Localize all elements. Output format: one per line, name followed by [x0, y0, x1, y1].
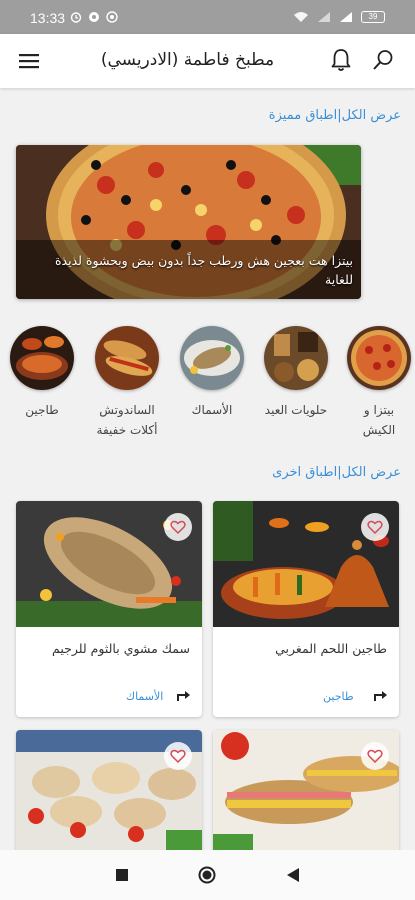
app-title: مطبخ فاطمة (الادريسي) [100, 50, 275, 70]
category-tagine[interactable]: طاجين [9, 326, 75, 420]
recipe-card-fish[interactable]: سمك مشوي بالثوم للرجيم الأسماك [16, 501, 202, 717]
battery-level: 39 [368, 12, 378, 21]
category-label: طاجين [25, 403, 59, 417]
recipe-name: سمك مشوي بالثوم للرجيم [52, 641, 190, 656]
status-notification-icons [70, 11, 118, 23]
recipe-card-wraps[interactable] [16, 730, 202, 860]
recipe-card-tagine[interactable]: طاجين اللحم المغربي طاجين [213, 501, 399, 717]
recipe-category-link[interactable]: الأسماك [126, 690, 163, 703]
alarm-icon [70, 12, 82, 23]
other-section-link[interactable]: عرض الكل|اطباق اخرى [272, 465, 401, 480]
recipe-image [16, 730, 202, 856]
whatsapp-icon [106, 11, 118, 23]
status-system-icons: 39 [293, 11, 385, 23]
favorite-button[interactable] [361, 742, 389, 770]
search-icon[interactable] [372, 49, 394, 71]
heart-icon [367, 749, 383, 764]
status-time: 13:33 [30, 10, 66, 26]
menu-icon[interactable] [18, 50, 40, 72]
recipe-image [16, 501, 202, 627]
recipe-image [213, 730, 399, 856]
category-fish[interactable]: الأسماك [179, 326, 245, 420]
category-image [264, 326, 328, 390]
share-icon[interactable] [176, 687, 192, 703]
recipe-card-sandwich[interactable] [213, 730, 399, 860]
app-bar: مطبخ فاطمة (الادريسي) [0, 34, 415, 88]
status-bar: 13:33 39 [0, 0, 415, 34]
nav-back-icon[interactable] [286, 867, 300, 883]
category-image [180, 326, 244, 390]
heart-icon [367, 520, 383, 535]
recipe-category-link[interactable]: طاجين [323, 690, 354, 703]
bell-icon[interactable] [330, 48, 352, 72]
featured-caption: بيتزا هت بعجين هش ورطب جداً بدون بيض وبح… [55, 253, 353, 287]
category-label: بيتزا و الكيش [362, 403, 396, 437]
category-label: حلويات العيد [264, 403, 328, 417]
favorite-button[interactable] [361, 513, 389, 541]
category-label: الأسماك [191, 403, 233, 417]
featured-recipe-card[interactable]: بيتزا هت بعجين هش ورطب جداً بدون بيض وبح… [16, 145, 361, 299]
system-nav-bar [0, 850, 415, 900]
signal-icon-2 [340, 12, 352, 22]
nav-home-icon[interactable] [198, 866, 216, 884]
signal-icon [318, 12, 330, 22]
category-eid-sweets[interactable]: حلويات العيد [263, 326, 329, 420]
featured-section-link[interactable]: عرض الكل|اطباق مميزة [269, 108, 401, 123]
recipe-image [213, 501, 399, 627]
settings-icon [89, 12, 99, 22]
heart-icon [170, 520, 186, 535]
category-pizza-quiche[interactable]: بيتزا و الكيش [346, 326, 412, 440]
wifi-icon [294, 12, 308, 22]
heart-icon [170, 749, 186, 764]
favorite-button[interactable] [164, 742, 192, 770]
category-label: الساندوتش أكلات خفيفة [96, 403, 158, 437]
recipe-name: طاجين اللحم المغربي [275, 641, 387, 656]
category-sandwich[interactable]: الساندوتش أكلات خفيفة [94, 326, 160, 440]
category-image [10, 326, 74, 390]
share-icon[interactable] [373, 687, 389, 703]
battery-icon: 39 [361, 11, 385, 23]
category-image [95, 326, 159, 390]
category-image [347, 326, 411, 390]
nav-recents-icon[interactable] [116, 869, 128, 881]
favorite-button[interactable] [164, 513, 192, 541]
